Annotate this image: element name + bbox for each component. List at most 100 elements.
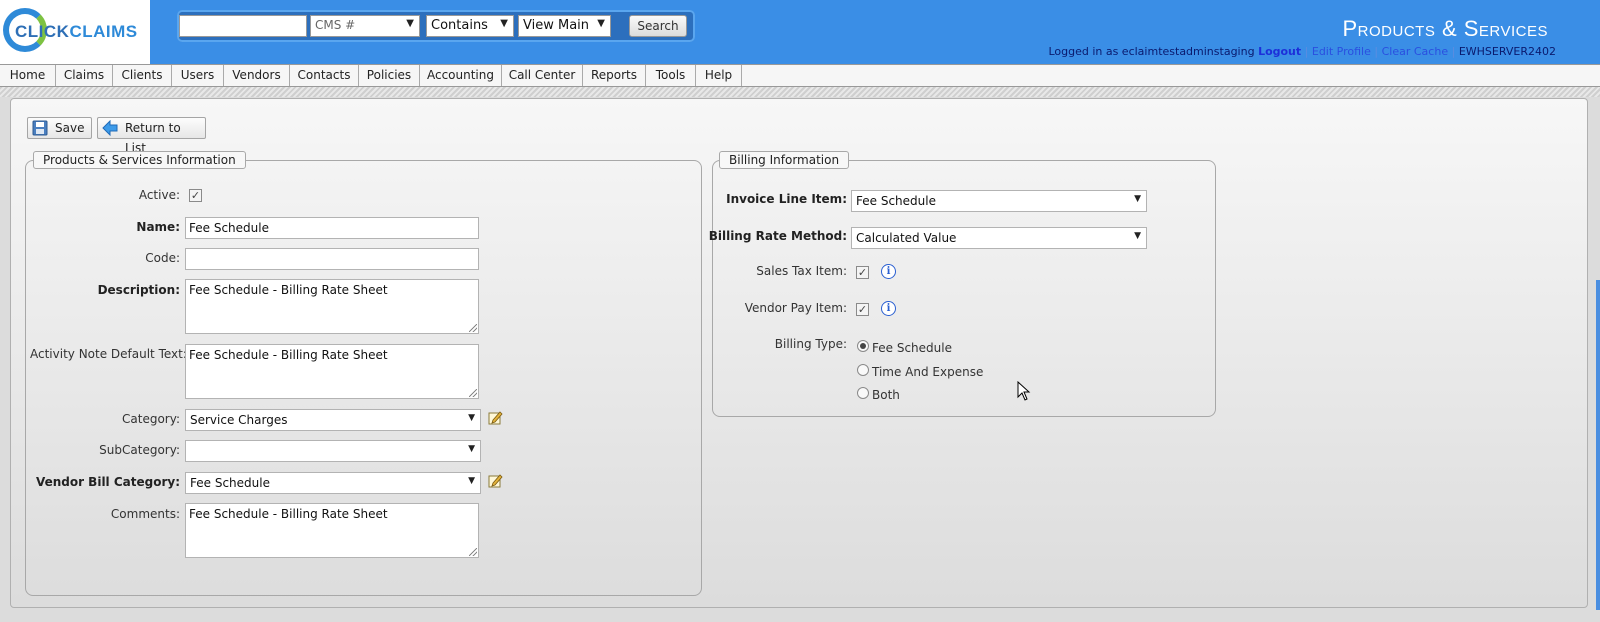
invoice-line-item-select[interactable]: Fee Schedule ▼ [851, 190, 1147, 212]
billing-type-radio-both[interactable] [857, 387, 869, 399]
logo-text-claims: CLAIMS [69, 22, 138, 41]
logo[interactable]: CLICKCLAIMS [0, 0, 150, 64]
nav-item-home[interactable]: Home [0, 65, 56, 86]
active-checkbox[interactable]: ✓ [189, 189, 202, 202]
chevron-down-icon: ▼ [500, 18, 508, 29]
separator: | [1374, 45, 1379, 58]
chevron-down-icon: ▼ [1134, 194, 1141, 204]
save-button[interactable]: Save [27, 117, 92, 139]
billing-rate-method-label: Billing Rate Method: [708, 229, 847, 243]
search-operator-select-value: Contains [431, 18, 488, 33]
billing-type-option-fee-schedule: Fee Schedule [872, 341, 952, 355]
resize-handle[interactable] [469, 389, 477, 397]
comments-label: Comments: [110, 507, 180, 521]
active-label: Active: [138, 188, 180, 202]
vendor-bill-category-label: Vendor Bill Category: [35, 475, 180, 489]
app-header: CLICKCLAIMS CMS # ▼ Contains ▼ View Main ▼ … [0, 0, 1600, 64]
server-name: EWHSERVER2402 [1458, 45, 1556, 58]
nav-item-accounting[interactable]: Accounting [420, 65, 502, 86]
chevron-down-icon: ▼ [406, 18, 414, 29]
logged-in-text: Logged in as eclaimtestadminstaging [1048, 45, 1255, 58]
comments-textarea[interactable]: Fee Schedule - Billing Rate Sheet [185, 503, 479, 558]
return-to-list-button[interactable]: Return to List [97, 117, 206, 155]
billing-type-radio-fee-schedule[interactable] [857, 340, 869, 352]
logout-link[interactable]: Logout [1258, 45, 1301, 58]
billing-info-legend: Billing Information [719, 151, 850, 169]
code-label: Code: [145, 251, 180, 265]
nav-item-claims[interactable]: Claims [56, 65, 113, 86]
chevron-down-icon: ▼ [468, 476, 475, 486]
nav-item-help[interactable]: Help [696, 65, 742, 86]
mouse-cursor-icon [1017, 381, 1031, 401]
invoice-line-item-label: Invoice Line Item: [726, 192, 847, 206]
chevron-down-icon: ▼ [1134, 231, 1141, 241]
billing-rate-method-value: Calculated Value [856, 231, 957, 245]
nav-item-tools[interactable]: Tools [646, 65, 696, 86]
billing-type-option-both: Both [872, 388, 900, 402]
chevron-down-icon: ▼ [468, 413, 475, 423]
category-select[interactable]: Service Charges ▼ [185, 409, 481, 431]
nav-item-policies[interactable]: Policies [359, 65, 420, 86]
scrollbar[interactable] [1596, 280, 1600, 610]
search-bar: CMS # ▼ Contains ▼ View Main ▼ Search [177, 10, 695, 42]
search-field-select-value: CMS # [315, 18, 356, 32]
edit-pencil-icon[interactable] [488, 473, 503, 488]
description-label: Description: [97, 283, 180, 297]
nav-item-contacts[interactable]: Contacts [290, 65, 359, 86]
page-title: Products & Services [1342, 16, 1548, 41]
name-label: Name: [136, 220, 180, 234]
sales-tax-label: Sales Tax Item: [756, 264, 847, 278]
invoice-line-item-value: Fee Schedule [856, 194, 936, 208]
user-info-bar: Logged in as eclaimtestadminstaging Logo… [1048, 45, 1556, 58]
category-value: Service Charges [190, 413, 288, 427]
nav-item-clients[interactable]: Clients [113, 65, 172, 86]
code-input[interactable] [185, 248, 479, 270]
info-icon[interactable]: i [881, 264, 896, 279]
save-button-label: Save [55, 121, 85, 135]
separator: | [1451, 45, 1456, 58]
description-textarea[interactable]: Fee Schedule - Billing Rate Sheet [185, 279, 479, 334]
search-view-select[interactable]: View Main ▼ [518, 15, 611, 37]
vendor-pay-label: Vendor Pay Item: [744, 301, 847, 315]
subcategory-select[interactable]: ▼ [185, 440, 481, 462]
logo-text-click: CLICK [15, 22, 70, 41]
search-input[interactable] [179, 15, 307, 37]
nav-item-users[interactable]: Users [172, 65, 224, 86]
vendor-bill-category-select[interactable]: Fee Schedule ▼ [185, 472, 481, 494]
back-arrow-icon [102, 120, 118, 136]
activity-note-label: Activity Note Default Text: [30, 347, 187, 361]
description-text: Fee Schedule - Billing Rate Sheet [189, 283, 388, 297]
floppy-disk-icon [32, 120, 48, 136]
nav-item-vendors[interactable]: Vendors [224, 65, 290, 86]
subcategory-label: SubCategory: [99, 443, 180, 457]
sales-tax-checkbox[interactable]: ✓ [856, 266, 869, 279]
nav-item-call-center[interactable]: Call Center [502, 65, 583, 86]
main-nav: Home Claims Clients Users Vendors Contac… [0, 64, 1600, 87]
chevron-down-icon: ▼ [597, 18, 605, 29]
comments-text: Fee Schedule - Billing Rate Sheet [189, 507, 388, 521]
nav-item-reports[interactable]: Reports [583, 65, 646, 86]
vendor-bill-category-value: Fee Schedule [190, 476, 270, 490]
search-field-select[interactable]: CMS # ▼ [310, 15, 420, 37]
billing-type-radio-time-and-expense[interactable] [857, 364, 869, 376]
nav-divider [0, 87, 1600, 97]
chevron-down-icon: ▼ [468, 444, 475, 454]
resize-handle[interactable] [469, 324, 477, 332]
activity-note-text: Fee Schedule - Billing Rate Sheet [189, 348, 388, 362]
edit-pencil-icon[interactable] [488, 410, 503, 425]
info-icon[interactable]: i [881, 301, 896, 316]
vendor-pay-checkbox[interactable]: ✓ [856, 303, 869, 316]
activity-note-textarea[interactable]: Fee Schedule - Billing Rate Sheet [185, 344, 479, 399]
name-input[interactable]: Fee Schedule [185, 217, 479, 239]
separator: | [1304, 45, 1309, 58]
resize-handle[interactable] [469, 548, 477, 556]
search-operator-select[interactable]: Contains ▼ [426, 15, 514, 37]
billing-rate-method-select[interactable]: Calculated Value ▼ [851, 227, 1147, 249]
search-view-select-value: View Main [523, 18, 590, 33]
clear-cache-link[interactable]: Clear Cache [1382, 45, 1448, 58]
search-button[interactable]: Search [629, 15, 687, 37]
billing-type-label: Billing Type: [774, 337, 847, 351]
billing-type-option-time-and-expense: Time And Expense [872, 365, 984, 379]
category-label: Category: [122, 412, 180, 426]
edit-profile-link[interactable]: Edit Profile [1312, 45, 1371, 58]
